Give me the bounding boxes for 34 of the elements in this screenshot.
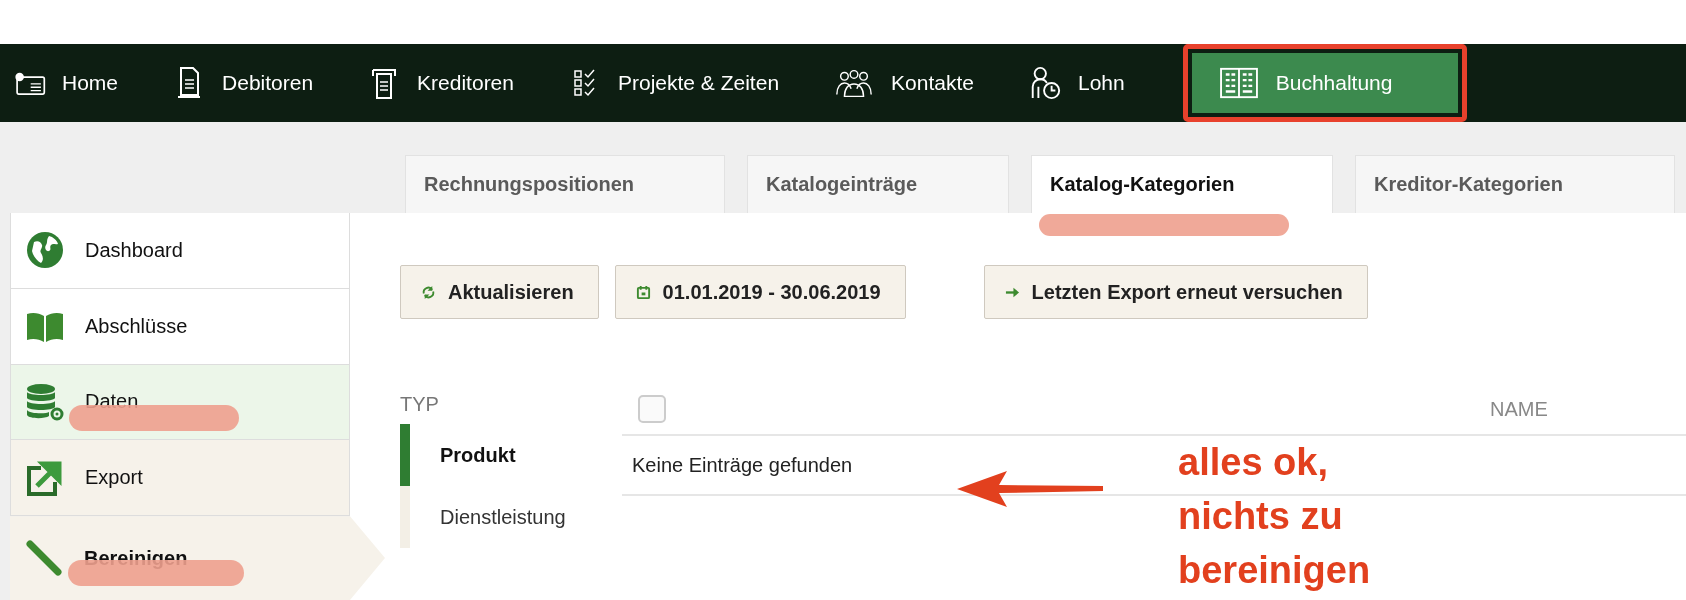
refresh-icon <box>421 284 436 300</box>
toolbar-button[interactable]: 01.01.2019 - 30.06.2019 <box>614 265 906 319</box>
sidebar-item[interactable]: Export <box>10 440 350 517</box>
pencil-icon <box>24 538 64 579</box>
tab[interactable]: Katalog-Kategorien <box>1031 155 1333 213</box>
tab[interactable]: Rechnungspositionen <box>405 155 725 213</box>
nav-item[interactable]: Debitoren <box>170 44 342 122</box>
ledger-icon <box>1217 66 1260 100</box>
sidebar-item[interactable]: Daten <box>10 364 350 441</box>
annotation-text: bereinigen <box>1178 548 1371 593</box>
annotation-text: nichts zu <box>1178 494 1344 539</box>
nav-item[interactable]: Kontakte <box>831 44 1002 122</box>
sidebar-item[interactable]: Abschlüsse <box>10 288 350 365</box>
sidebar-item[interactable]: Dashboard <box>10 213 350 289</box>
tab[interactable]: Katalogeinträge <box>747 155 1009 213</box>
tab[interactable]: Kreditor-Kategorien <box>1355 155 1675 213</box>
database-gear-icon <box>25 382 65 422</box>
empty-message: Keine Einträge gefunden <box>632 453 853 477</box>
toolbar-button[interactable]: Aktualisieren <box>400 265 599 319</box>
nav-item[interactable]: Home <box>10 44 147 122</box>
nav-item[interactable]: Kreditoren <box>365 44 542 122</box>
select-all-checkbox[interactable] <box>638 395 666 423</box>
filter-option[interactable]: Produkt <box>400 424 622 486</box>
sidebar-item[interactable]: Bereinigen <box>10 516 385 600</box>
column-header: NAME <box>1490 397 1548 421</box>
nav-item[interactable]: Projekte & Zeiten <box>566 44 808 122</box>
annotation-text: alles ok, <box>1178 440 1329 485</box>
nav-item[interactable]: Lohn <box>1026 44 1153 122</box>
filter-option[interactable]: Dienstleistung <box>400 486 622 548</box>
calendar-icon <box>635 284 651 300</box>
globe-icon <box>25 230 65 271</box>
nav-item[interactable]: Buchhaltung <box>1182 44 1468 122</box>
toolbar-button[interactable]: Letzten Export erneut versuchen <box>983 265 1368 319</box>
filter-label: TYP <box>400 392 440 417</box>
